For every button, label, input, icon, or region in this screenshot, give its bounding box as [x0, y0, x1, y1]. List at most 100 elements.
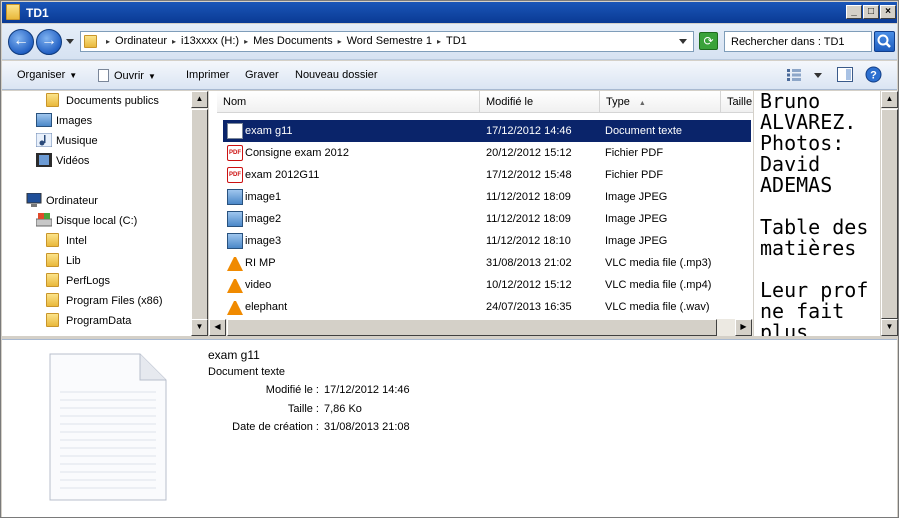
- file-row[interactable]: PDF exam 2012G11 17/12/2012 15:48 Fichie…: [223, 164, 751, 186]
- chevron-right-icon[interactable]: ▸: [106, 37, 110, 46]
- file-list-hscrollbar[interactable]: ◀ ▶: [209, 319, 753, 336]
- organize-label: Organiser: [17, 69, 66, 81]
- preview-pane-icon[interactable]: [837, 67, 853, 82]
- navigation-scrollbar[interactable]: ▲ ▼: [191, 91, 208, 336]
- file-type: Document texte: [605, 125, 683, 137]
- recent-pages-dropdown-icon[interactable]: [66, 39, 74, 45]
- chevron-right-icon[interactable]: ▸: [338, 37, 342, 46]
- image-icon: [227, 211, 243, 227]
- folder-icon: [6, 4, 20, 20]
- command-bar: Organiser ▼ Ouvrir ▼ Imprimer Graver Nouve…: [2, 61, 897, 90]
- created-label: Date de création :: [232, 421, 319, 433]
- column-header-name[interactable]: Nom: [217, 91, 480, 113]
- folder-icon: [46, 293, 59, 307]
- preview-scrollbar[interactable]: ▲ ▼: [881, 91, 898, 336]
- preview-pane: Bruno ALVAREZ. Photos: David ADEMAS Tabl…: [754, 91, 880, 336]
- file-type: Image JPEG: [605, 213, 668, 225]
- nav-item-label: PerfLogs: [66, 275, 111, 287]
- navigation-pane: Documents publics Images Musique Vidéos …: [2, 91, 191, 336]
- folder-icon: [46, 93, 59, 107]
- minimize-button[interactable]: _: [846, 5, 862, 19]
- svg-text:?: ?: [870, 70, 877, 82]
- window-title: TD1: [26, 6, 49, 20]
- file-row[interactable]: video 10/12/2012 15:12 VLC media file (.…: [223, 274, 751, 296]
- address-bar[interactable]: ▸ Ordinateur ▸ i13xxxx (H:) ▸ Mes Documents ▸ W…: [80, 31, 694, 52]
- document-icon: [98, 69, 109, 82]
- column-header-type[interactable]: Type ▲: [600, 91, 721, 113]
- file-row[interactable]: elephant 24/07/2013 16:35 VLC media file…: [223, 296, 751, 318]
- breadcrumb-item[interactable]: Word Semestre 1: [347, 35, 432, 47]
- size-label: Taille :: [287, 403, 319, 415]
- file-modified: 17/12/2012 14:46: [486, 125, 572, 137]
- modified-value[interactable]: 17/12/2012 14:46: [324, 384, 410, 396]
- view-options-icon[interactable]: [787, 69, 801, 81]
- chevron-right-icon[interactable]: ▸: [244, 37, 248, 46]
- scroll-up-button[interactable]: ▲: [881, 91, 898, 108]
- vlc-icon: [227, 299, 243, 315]
- file-type: Image JPEG: [605, 191, 668, 203]
- file-name: elephant: [245, 301, 288, 313]
- new-folder-button[interactable]: Nouveau dossier: [295, 69, 378, 81]
- chevron-right-icon[interactable]: ▸: [172, 37, 176, 46]
- file-type: VLC media file (.wav): [605, 301, 710, 313]
- scroll-left-button[interactable]: ◀: [209, 319, 226, 336]
- image-icon: [227, 189, 243, 205]
- scroll-up-button[interactable]: ▲: [191, 91, 208, 108]
- print-button[interactable]: Imprimer: [186, 69, 229, 81]
- file-name: video: [245, 279, 272, 291]
- file-row[interactable]: image1 11/12/2012 18:09 Image JPEG: [223, 186, 751, 208]
- maximize-button[interactable]: □: [863, 5, 879, 19]
- column-header-modified[interactable]: Modifié le: [480, 91, 600, 113]
- details-file-name: exam g11: [208, 348, 260, 362]
- created-value[interactable]: 31/08/2013 21:08: [324, 421, 410, 433]
- breadcrumb-item[interactable]: Ordinateur: [115, 35, 167, 47]
- details-file-type: Document texte: [208, 366, 286, 378]
- file-row[interactable]: PDF Consigne exam 2012 20/12/2012 15:12 …: [223, 142, 751, 164]
- folder-icon: [46, 253, 59, 267]
- scroll-thumb[interactable]: [227, 319, 717, 336]
- search-button[interactable]: [874, 31, 895, 52]
- file-modified: 10/12/2012 15:12: [486, 279, 572, 291]
- back-button[interactable]: ←: [8, 29, 34, 55]
- open-button[interactable]: Ouvrir ▼: [98, 69, 156, 82]
- scroll-down-button[interactable]: ▼: [191, 319, 208, 336]
- nav-item-label: Program Files (x86): [66, 295, 163, 307]
- file-modified: 11/12/2012 18:09: [486, 213, 571, 225]
- address-row: ← → ▸ Ordinateur ▸ i13xxxx (H:) ▸ Mes Documen…: [2, 24, 897, 60]
- breadcrumb-item[interactable]: Mes Documents: [253, 35, 332, 47]
- search-icon: [877, 34, 891, 48]
- computer-icon: [26, 193, 42, 207]
- scroll-thumb[interactable]: [191, 109, 208, 321]
- search-input[interactable]: Rechercher dans : TD1: [724, 31, 872, 52]
- file-row[interactable]: RI MP 31/08/2013 21:02 VLC media file (.…: [223, 252, 751, 274]
- chevron-down-icon[interactable]: [814, 73, 822, 78]
- file-modified: 11/12/2012 18:09: [486, 191, 571, 203]
- file-row[interactable]: image3 11/12/2012 18:10 Image JPEG: [223, 230, 751, 252]
- breadcrumb-item[interactable]: TD1: [446, 35, 467, 47]
- organize-button[interactable]: Organiser ▼: [17, 69, 77, 81]
- scroll-down-button[interactable]: ▼: [881, 319, 898, 336]
- breadcrumb-item[interactable]: i13xxxx (H:): [181, 35, 239, 47]
- file-row[interactable]: image2 11/12/2012 18:09 Image JPEG: [223, 208, 751, 230]
- forward-button[interactable]: →: [36, 29, 62, 55]
- file-row[interactable]: exam g11 17/12/2012 14:46 Document texte: [223, 120, 751, 142]
- burn-button[interactable]: Graver: [245, 69, 279, 81]
- refresh-button[interactable]: ⟳: [699, 32, 718, 50]
- file-modified: 20/12/2012 15:12: [486, 147, 572, 159]
- scroll-right-button[interactable]: ▶: [735, 319, 752, 336]
- title-bar[interactable]: TD1 _ □ ×: [2, 2, 897, 23]
- file-modified: 17/12/2012 15:48: [486, 169, 572, 181]
- chevron-right-icon[interactable]: ▸: [437, 37, 441, 46]
- nav-item-label: Intel: [66, 235, 87, 247]
- folder-icon: [46, 273, 59, 287]
- chevron-down-icon[interactable]: [679, 39, 687, 45]
- column-header-size[interactable]: Taille: [721, 91, 753, 113]
- help-icon[interactable]: ?: [865, 66, 882, 83]
- file-name: image1: [245, 191, 282, 203]
- chevron-down-icon: ▼: [69, 71, 78, 80]
- close-button[interactable]: ×: [880, 5, 896, 19]
- file-name: image2: [245, 213, 282, 225]
- file-name: exam 2012G11: [245, 169, 320, 181]
- scroll-thumb[interactable]: [881, 109, 898, 319]
- file-name: Consigne exam 2012: [245, 147, 349, 159]
